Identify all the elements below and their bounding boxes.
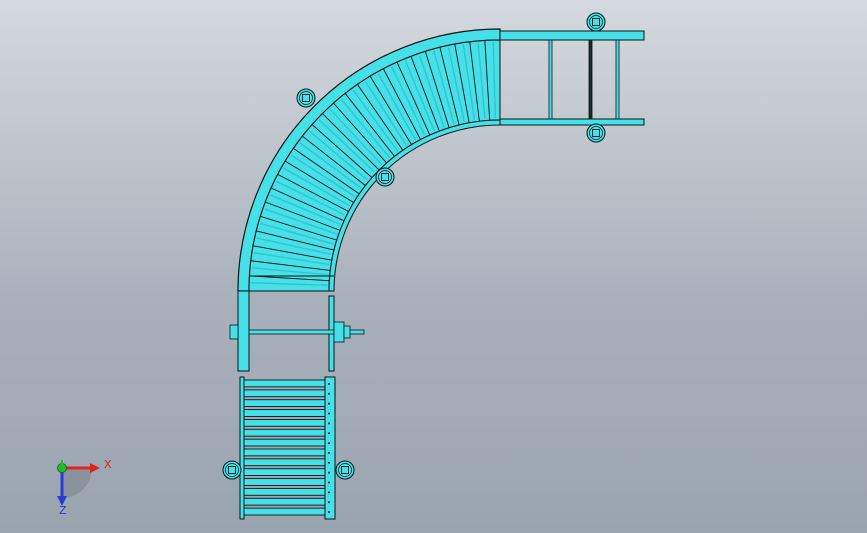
x-axis-label: X <box>104 458 112 471</box>
roller-axle-dot <box>328 382 330 385</box>
coordinate-triad: X Z <box>57 458 112 517</box>
junction-section <box>229 290 365 372</box>
straight-roller <box>243 399 326 408</box>
curved-roller-section <box>237 28 501 292</box>
straight-roller <box>243 478 326 486</box>
roller-axle-dot <box>328 501 330 504</box>
roller-axle-dot <box>328 481 330 484</box>
straight-roller <box>243 409 326 417</box>
straight-roller <box>243 389 326 398</box>
roller-axle-dot <box>328 432 330 435</box>
z-axis-label: Z <box>59 504 67 517</box>
support-foot <box>296 88 316 108</box>
support-foot <box>586 12 606 32</box>
bottom-left-rail <box>239 376 245 520</box>
roller-axle-dot <box>328 471 330 474</box>
roller-axle-dot <box>328 442 330 445</box>
straight-rollers <box>243 379 330 516</box>
straight-roller <box>243 418 326 427</box>
top-side-rail-lower <box>499 118 645 126</box>
roller-axle-dot <box>328 491 330 494</box>
straight-roller <box>243 379 326 388</box>
straight-roller <box>243 438 326 447</box>
straight-roller <box>243 448 326 457</box>
support-foot <box>586 123 606 143</box>
top-side-rail-upper <box>499 30 645 41</box>
straight-roller <box>243 458 326 467</box>
bottom-right-rail <box>324 376 336 520</box>
roller-axle-dot <box>328 511 330 514</box>
support-foot <box>375 167 395 187</box>
straight-roller-section-bottom <box>239 376 336 520</box>
roller-axle-dot <box>328 412 330 415</box>
straight-roller <box>243 468 326 477</box>
straight-roller <box>243 507 326 516</box>
roller-axle-dot <box>328 422 330 425</box>
roller-axle-dot <box>328 461 330 464</box>
straight-roller <box>243 487 326 496</box>
straight-roller <box>243 428 326 437</box>
junction-left-rail <box>237 290 250 372</box>
straight-frame-section-top <box>499 30 645 126</box>
roller-axle-dot <box>328 451 330 454</box>
straight-roller <box>243 497 326 506</box>
support-foot <box>335 460 355 480</box>
support-foot <box>222 460 242 480</box>
cad-viewport[interactable]: X Z <box>0 0 867 533</box>
roller-axle-dot <box>328 392 330 395</box>
roller-axle-dot <box>328 402 330 405</box>
